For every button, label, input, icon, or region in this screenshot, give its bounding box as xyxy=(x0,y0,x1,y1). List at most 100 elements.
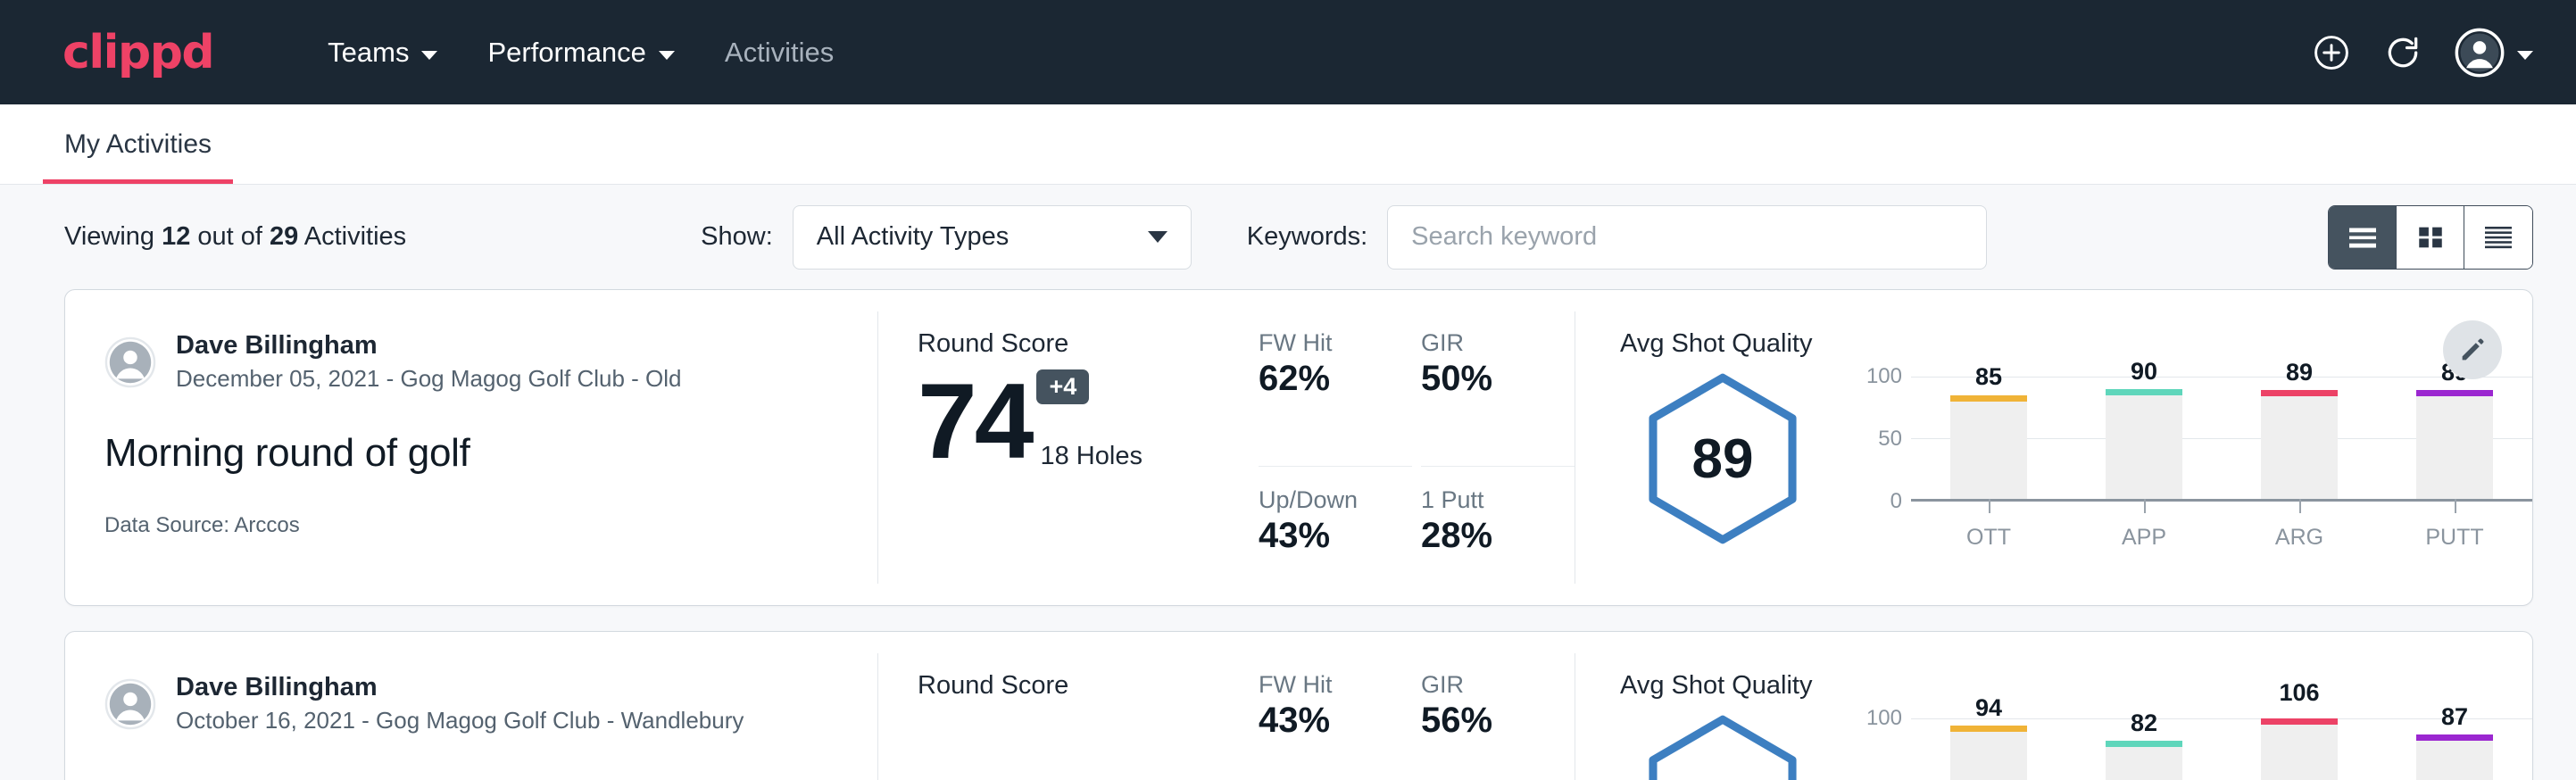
nav-item-activities[interactable]: Activities xyxy=(700,37,859,69)
score-to-par-badge: +4 xyxy=(1036,369,1089,404)
compact-view-button[interactable] xyxy=(2464,206,2532,269)
compact-view-icon xyxy=(2482,224,2514,251)
activity-title: Morning round of golf xyxy=(104,431,877,476)
refresh-button[interactable] xyxy=(2383,33,2422,72)
y-tick: 100 xyxy=(1866,706,1902,731)
activity-card[interactable]: Dave Billingham October 16, 2021 - Gog M… xyxy=(64,631,2533,780)
activity-author: Dave Billingham December 05, 2021 - Gog … xyxy=(104,329,877,395)
activity-type-select[interactable]: All Activity Types xyxy=(793,205,1192,270)
view-mode-toggle xyxy=(2328,205,2533,270)
hexagon-icon xyxy=(1641,713,1804,780)
nav-item-performance-label: Performance xyxy=(487,37,645,69)
stat-value: 50% xyxy=(1421,359,1551,399)
keywords-label: Keywords: xyxy=(1247,222,1367,252)
tab-my-activities-label: My Activities xyxy=(64,129,212,159)
edit-activity-button[interactable] xyxy=(2443,320,2502,379)
round-score-section: Round Score xyxy=(878,632,1235,780)
activity-data-source: Data Source: Arccos xyxy=(104,513,877,538)
bar-column: 89 xyxy=(2416,377,2493,499)
activity-card[interactable]: Dave Billingham December 05, 2021 - Gog … xyxy=(64,289,2533,606)
pencil-icon xyxy=(2457,335,2488,365)
bar-value-label: 90 xyxy=(2131,358,2157,386)
author-name: Dave Billingham xyxy=(176,671,744,704)
y-tick: 50 xyxy=(1878,427,1902,452)
list-view-icon xyxy=(2347,224,2379,251)
bar-column: 90 xyxy=(2106,377,2182,499)
bar xyxy=(2416,734,2493,780)
bar-value-label: 89 xyxy=(2286,359,2313,386)
quality-hexagon: 89 xyxy=(1620,364,1825,546)
round-score-value: 74 xyxy=(918,368,1031,475)
stat-label: 1 Putt xyxy=(1421,486,1551,514)
viewing-suffix: Activities xyxy=(298,222,406,251)
x-tick-label: OTT xyxy=(1950,525,2027,551)
stat-label: FW Hit xyxy=(1259,329,1389,357)
bar xyxy=(2106,741,2182,780)
show-label: Show: xyxy=(701,222,773,252)
bar-column: 89 xyxy=(2261,377,2338,499)
app-logo[interactable]: clippd xyxy=(62,26,213,79)
chart-x-axis: OTT APP ARG PUTT xyxy=(1856,525,2532,551)
bar-value-label: 94 xyxy=(1975,694,2002,722)
quality-hexagon xyxy=(1620,706,1825,780)
bar-column: 82 xyxy=(2106,718,2182,780)
viewing-total: 29 xyxy=(270,222,298,251)
stat-fw-hit: FW Hit 62% xyxy=(1259,329,1412,448)
author-name: Dave Billingham xyxy=(176,329,682,362)
bar xyxy=(1950,395,2027,499)
bar xyxy=(2261,718,2338,780)
show-filter-group: Show: All Activity Types xyxy=(701,205,1192,270)
stat-label: GIR xyxy=(1421,329,1551,357)
bar xyxy=(1950,726,2027,780)
account-menu[interactable] xyxy=(2455,28,2533,78)
stat-value: 62% xyxy=(1259,359,1389,399)
activity-meta: October 16, 2021 - Gog Magog Golf Club -… xyxy=(176,704,744,736)
viewing-mid: out of xyxy=(190,222,270,251)
shot-quality-chart: 100 50 0 85 xyxy=(1825,364,2532,551)
stat-up-down: Up/Down 43% xyxy=(1259,466,1412,605)
stat-fw-hit: FW Hit 43% xyxy=(1259,671,1412,780)
search-input[interactable] xyxy=(1387,205,1987,270)
activity-summary: Dave Billingham October 16, 2021 - Gog M… xyxy=(65,632,877,780)
bar-cap xyxy=(2261,718,2338,725)
viewing-prefix: Viewing xyxy=(64,222,162,251)
x-tick-label: APP xyxy=(2106,525,2182,551)
bar-value-label: 87 xyxy=(2441,703,2468,731)
top-navbar: clippd Teams Performance Activities xyxy=(0,0,2576,104)
account-circle-icon xyxy=(2455,28,2505,78)
chart-plot-area: 85 90 xyxy=(1911,377,2532,502)
bar-value-label: 85 xyxy=(1975,363,2002,391)
bar xyxy=(2106,389,2182,499)
y-tick: 100 xyxy=(1866,364,1902,389)
avg-shot-quality-section: Avg Shot Quality 89 100 50 xyxy=(1575,290,2532,605)
tab-my-activities[interactable]: My Activities xyxy=(43,129,233,184)
bar-cap xyxy=(2416,390,2493,396)
filter-bar: Viewing 12 out of 29 Activities Show: Al… xyxy=(0,185,2576,289)
holes-label: 18 Holes xyxy=(1040,442,1142,471)
chart-bars: 85 90 xyxy=(1911,377,2532,499)
avatar xyxy=(104,336,156,388)
keywords-filter-group: Keywords: xyxy=(1247,205,1987,270)
grid-view-button[interactable] xyxy=(2397,206,2464,269)
x-tick-label: PUTT xyxy=(2416,525,2493,551)
list-view-button[interactable] xyxy=(2329,206,2397,269)
chart-y-axis: 100 50 0 xyxy=(1856,377,1911,502)
activity-card-list: Dave Billingham December 05, 2021 - Gog … xyxy=(0,289,2576,780)
x-tick-label: ARG xyxy=(2261,525,2338,551)
chevron-down-icon xyxy=(659,51,675,60)
chevron-down-icon xyxy=(421,51,437,60)
chart-y-axis: 100 xyxy=(1856,718,1911,780)
bar-column: 94 xyxy=(1950,718,2027,780)
nav-item-teams[interactable]: Teams xyxy=(303,37,462,69)
round-score-label: Round Score xyxy=(918,329,1235,359)
activity-summary: Dave Billingham December 05, 2021 - Gog … xyxy=(65,290,877,605)
bar-cap xyxy=(1950,395,2027,402)
stat-value: 28% xyxy=(1421,516,1551,556)
add-button[interactable] xyxy=(2312,33,2351,72)
activity-author: Dave Billingham October 16, 2021 - Gog M… xyxy=(104,671,877,737)
stat-value: 43% xyxy=(1259,516,1389,556)
grid-view-icon xyxy=(2415,224,2446,251)
chart-bars: 94 82 xyxy=(1911,718,2532,780)
nav-item-performance[interactable]: Performance xyxy=(462,37,699,69)
stat-label: GIR xyxy=(1421,671,1551,699)
